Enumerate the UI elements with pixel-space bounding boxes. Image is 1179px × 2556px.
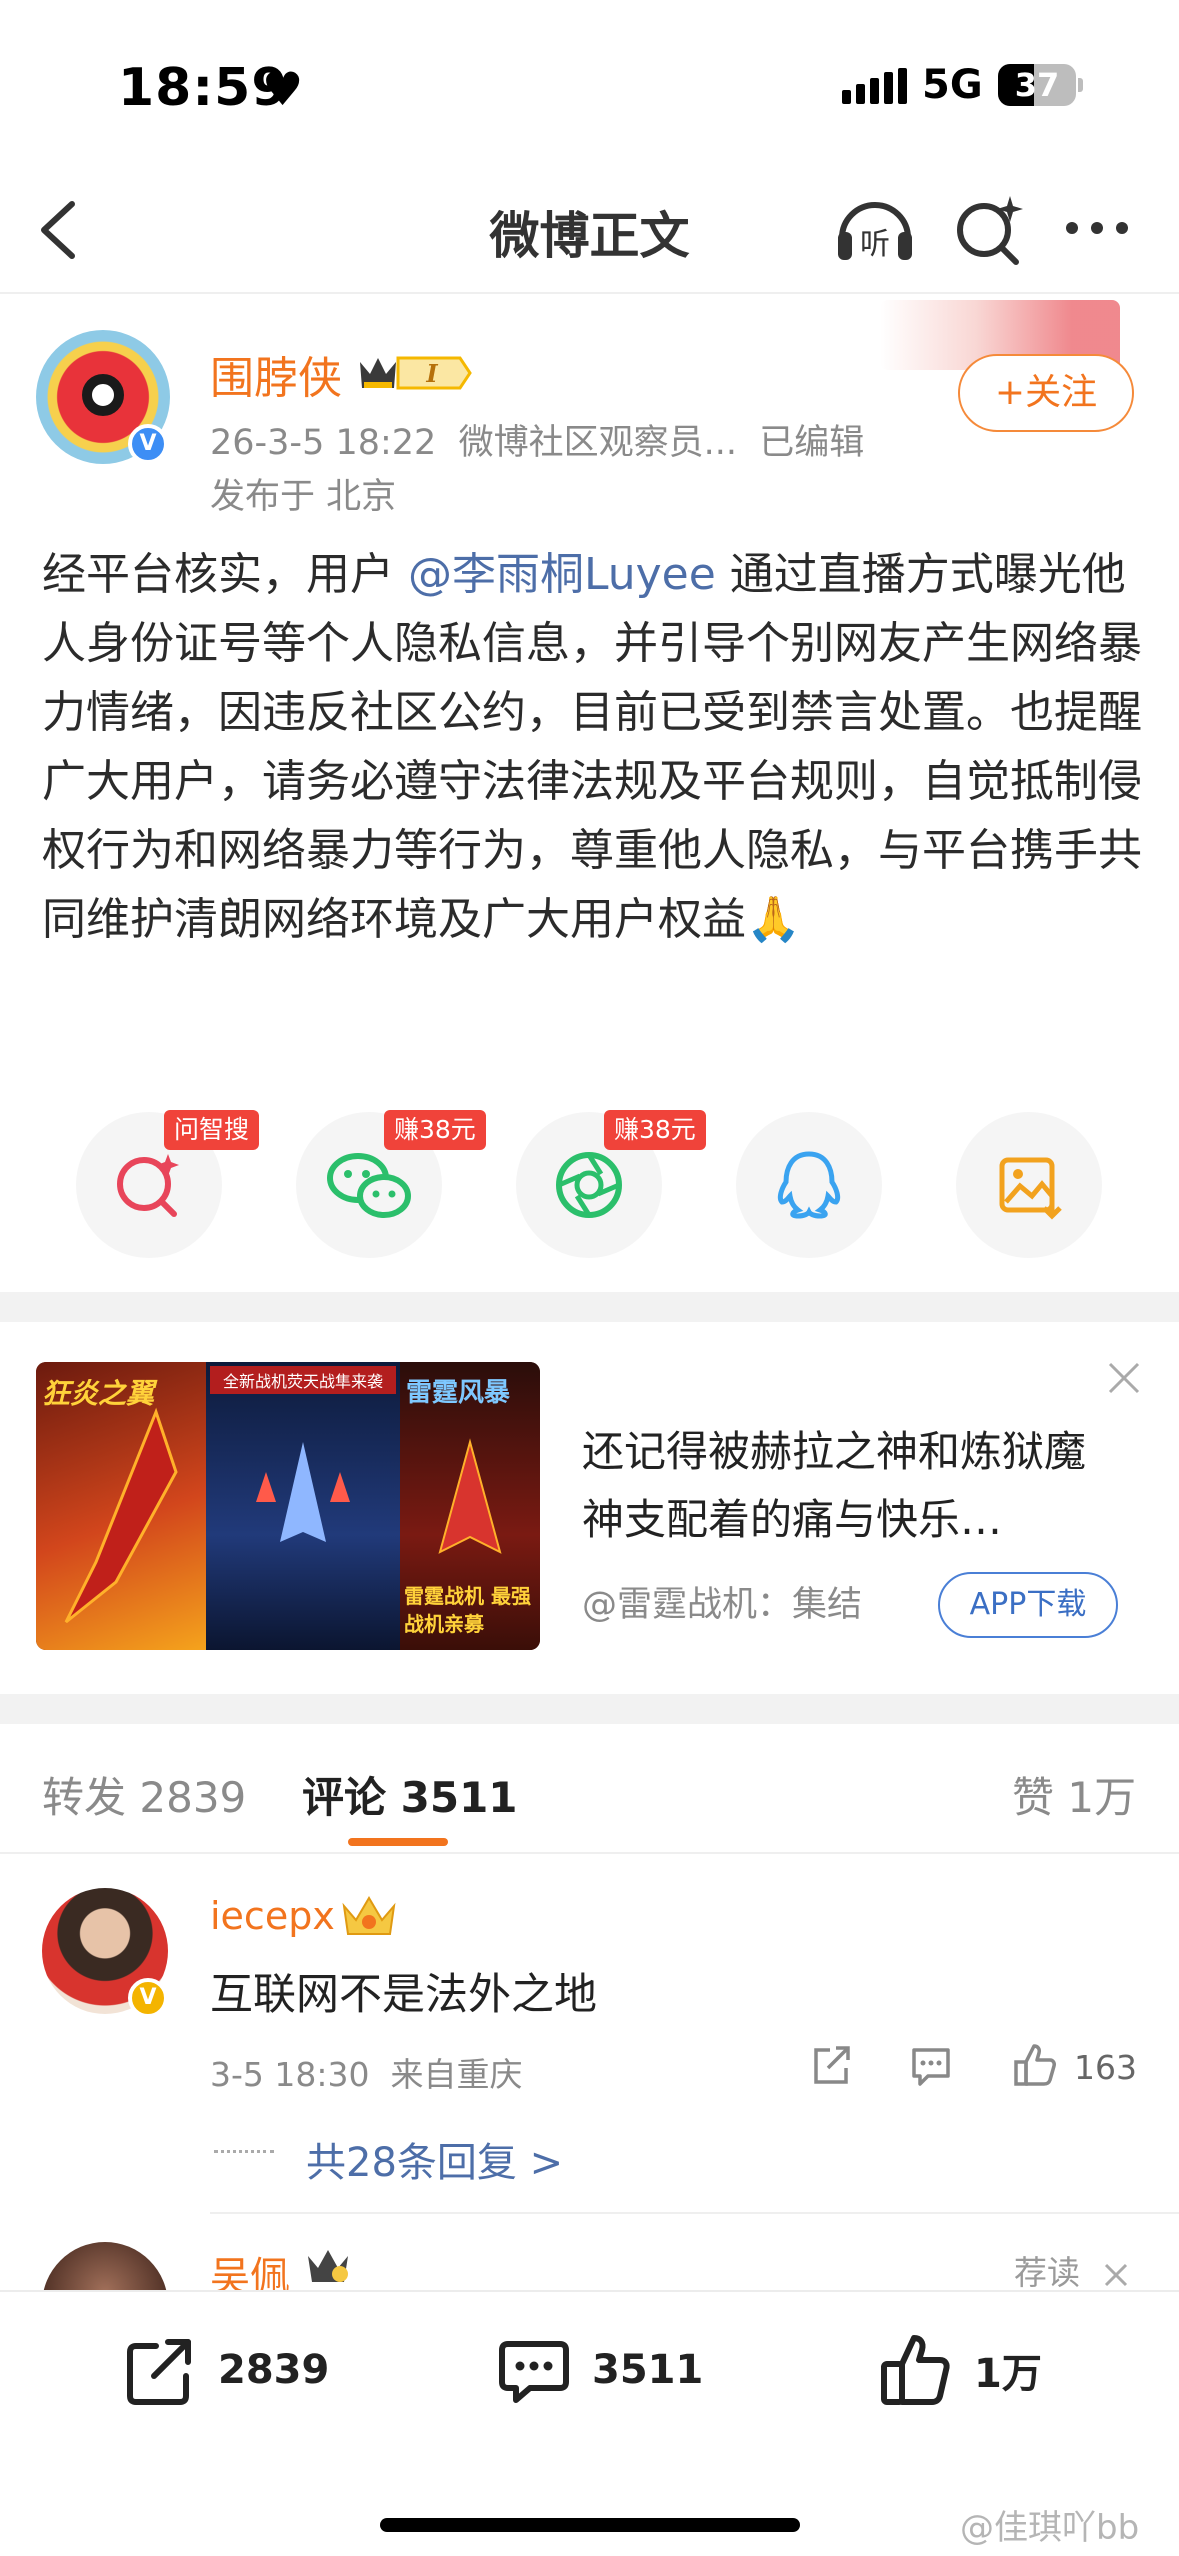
ad-source: @雷霆战机：集结	[582, 1585, 863, 1625]
repost-button[interactable]: 2839	[120, 2320, 329, 2420]
mention-link[interactable]: @李雨桐Luyee	[408, 549, 716, 600]
ad-image[interactable]: 狂炎之翼 全新战机荧天战隼来袭 雷霆风暴 雷霆战机 最强战机亲募	[36, 1362, 540, 1650]
like-icon	[881, 2335, 950, 2405]
tab-like[interactable]: 赞 1万	[1012, 1764, 1136, 1825]
post-text-after: 通过直播方式曝光他人身份证号等个人隐私信息，并引导个别网友产生网络暴力情绪，因违…	[42, 549, 1142, 945]
section-divider	[0, 1292, 1179, 1322]
listen-icon[interactable]: 听	[832, 188, 918, 268]
ad-panel-right: 雷霆风暴 雷霆战机 最强战机亲募	[400, 1362, 540, 1650]
recommend-text: 荐读	[1014, 2253, 1080, 2292]
battery-icon: 37	[998, 64, 1076, 106]
watermark: @佳琪吖bb	[960, 2508, 1140, 2548]
tab-repost[interactable]: 转发 2839	[42, 1764, 246, 1825]
comment-icon	[499, 2341, 569, 2403]
tab-comment[interactable]: 评论 3511	[302, 1764, 518, 1825]
level-badge-icon	[304, 2244, 352, 2288]
share-tag-moments: 赚38元	[604, 1110, 706, 1150]
tab-comment-label: 评论	[302, 1773, 387, 1822]
tab-active-indicator	[348, 1838, 448, 1846]
verified-icon: V	[128, 424, 168, 464]
comment-meta: 3-5 18:30 来自重庆	[210, 2055, 523, 2094]
app-download-button[interactable]: APP下载	[938, 1572, 1118, 1638]
dismiss-icon	[1104, 2263, 1127, 2286]
verified-icon: V	[128, 1978, 168, 2018]
ad-title[interactable]: 还记得被赫拉之神和炼狱魔神支配着的痛与快乐…	[582, 1418, 1122, 1554]
commenter-name[interactable]: iecepx	[210, 1894, 335, 1938]
search-icon[interactable]	[950, 190, 1030, 270]
comment-reply-icon[interactable]	[906, 2040, 956, 2090]
qq-share-button[interactable]	[736, 1112, 882, 1258]
tab-divider	[0, 1852, 1179, 1854]
recommend-label[interactable]: 荐读	[1014, 2246, 1131, 2294]
comment-share-icon[interactable]	[806, 2040, 856, 2090]
close-icon[interactable]	[1104, 1358, 1144, 1398]
crown-icon	[338, 1892, 400, 1940]
home-indicator[interactable]	[380, 2518, 800, 2532]
qq-icon	[777, 1151, 841, 1219]
comment-text: 互联网不是法外之地	[210, 1970, 597, 2020]
ad-panel-left: 狂炎之翼	[36, 1362, 206, 1650]
signal-icon	[842, 68, 907, 104]
view-replies-link[interactable]: 共28条回复 >	[306, 2130, 563, 2188]
svg-text:听: 听	[860, 227, 890, 262]
replies-dots	[214, 2150, 274, 2153]
battery-cap	[1078, 78, 1083, 92]
comment-like-icon[interactable]	[1010, 2040, 1060, 2090]
battery-level: 37	[1014, 66, 1060, 104]
save-image-button[interactable]	[956, 1112, 1102, 1258]
post-text: 经平台核实，用户 @李雨桐Luyee 通过直播方式曝光他人身份证号等个人隐私信息…	[42, 540, 1142, 954]
repost-count: 2839	[218, 2347, 330, 2393]
follow-button[interactable]: +关注	[958, 354, 1134, 432]
like-count: 1万	[974, 2351, 1042, 2397]
network-label: 5G	[922, 62, 983, 108]
ad-panel-mid: 全新战机荧天战隼来袭	[206, 1362, 400, 1650]
nav-divider	[0, 292, 1179, 294]
comment-count: 3511	[592, 2347, 704, 2393]
repost-icon	[127, 2339, 191, 2405]
more-icon[interactable]	[1066, 222, 1128, 234]
section-divider-2	[0, 1694, 1179, 1724]
tab-comment-count: 3511	[400, 1773, 518, 1822]
like-button[interactable]: 1万	[876, 2320, 1042, 2420]
comment-button[interactable]: 3511	[494, 2320, 703, 2420]
post-meta: 26-3-5 18:22 微博社区观察员... 已编辑	[210, 423, 865, 463]
ad-image-subtitle-right: 雷霆战机 最强战机亲募	[404, 1584, 531, 1636]
tab-repost-count: 2839	[139, 1773, 247, 1822]
tab-like-label: 赞	[1012, 1773, 1055, 1822]
share-tag-ai: 问智搜	[164, 1110, 260, 1150]
tab-like-count: 1万	[1067, 1773, 1137, 1822]
comment-like-count: 163	[1074, 2048, 1137, 2087]
heart-icon: ♥	[262, 62, 304, 116]
share-tag-wechat: 赚38元	[384, 1110, 486, 1150]
badge-level: I	[425, 359, 438, 388]
comment-divider	[210, 2212, 1179, 2214]
member-badge-icon[interactable]: I	[356, 350, 474, 396]
tab-repost-label: 转发	[42, 1773, 127, 1822]
post-location: 发布于 北京	[210, 477, 397, 517]
author-name[interactable]: 围脖侠	[210, 342, 342, 406]
post-text-before: 经平台核实，用户	[42, 549, 408, 600]
save-image-icon	[999, 1157, 1062, 1220]
